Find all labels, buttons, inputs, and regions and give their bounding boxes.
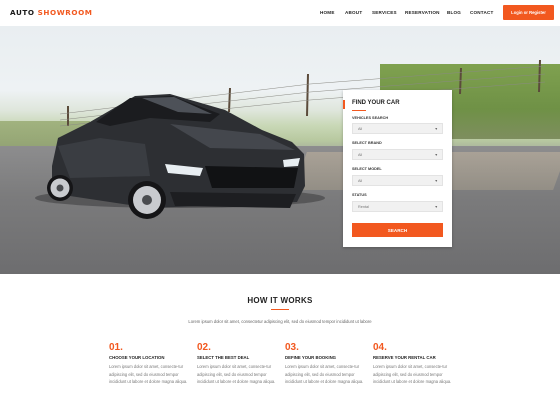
step-number-4: 04. <box>373 342 387 353</box>
nav-blog[interactable]: BLOG <box>447 10 461 15</box>
step-text-4: Lorem ipsum dolor sit amet, consecte-tur… <box>373 364 452 384</box>
how-it-works-title: HOW IT WORKS <box>247 296 313 305</box>
step-number-2: 02. <box>197 342 211 353</box>
select-brand-value: All <box>358 153 363 157</box>
chevron-down-icon: ▼ <box>434 127 438 131</box>
step-title-2: SELECT THE BEST DEAL <box>197 355 250 360</box>
nav-reservation[interactable]: RESERVATION <box>405 10 440 15</box>
title-underline <box>352 110 366 111</box>
card-accent-bar <box>343 100 345 109</box>
nav-services[interactable]: SERVICES <box>372 10 397 15</box>
status-label: STATUS <box>352 193 367 197</box>
select-brand-label: SELECT BRAND <box>352 141 382 145</box>
site-logo[interactable]: AUTO SHOWROOM <box>10 8 93 17</box>
vehicles-search-select[interactable]: All ▼ <box>352 123 443 134</box>
chevron-down-icon: ▼ <box>434 205 438 209</box>
select-model-value: All <box>358 179 363 183</box>
logo-text-auto: AUTO <box>10 8 35 17</box>
status-value: Rental <box>358 205 369 209</box>
vehicles-search-label: VEHICLES SEARCH <box>352 116 389 120</box>
login-register-button[interactable]: Login or Register <box>503 5 554 20</box>
chevron-down-icon: ▼ <box>434 153 438 157</box>
nav-home[interactable]: HOME <box>320 10 335 15</box>
vehicles-search-value: All <box>358 127 363 131</box>
chevron-down-icon: ▼ <box>434 179 438 183</box>
step-text-1: Lorem ipsum dolor sit amet, consecte-tur… <box>109 364 188 384</box>
step-title-4: RESERVE YOUR RENTAL CAR <box>373 355 436 360</box>
site-header: AUTO SHOWROOM HOME ABOUT SERVICES RESERVA… <box>0 0 560 26</box>
status-select[interactable]: Rental ▼ <box>352 201 443 212</box>
search-button[interactable]: SEARCH <box>352 223 443 237</box>
step-title-1: CHOOSE YOUR LOCATION <box>109 355 165 360</box>
step-text-2: Lorem ipsum dolor sit amet, consecte-tur… <box>197 364 276 384</box>
select-brand-select[interactable]: All ▼ <box>352 149 443 160</box>
logo-text-showroom: SHOWROOM <box>37 8 93 17</box>
select-model-label: SELECT MODEL <box>352 167 382 171</box>
step-title-3: DEFINE YOUR BOOKING <box>285 355 337 360</box>
select-model-select[interactable]: All ▼ <box>352 175 443 186</box>
how-it-works-underline <box>271 309 289 310</box>
how-it-works-subtitle: Lorem ipsum dolor sit amet, consectetur … <box>188 319 372 324</box>
find-car-card: FIND YOUR CAR VEHICLES SEARCH All ▼ SELE… <box>343 90 452 247</box>
nav-contact[interactable]: CONTACT <box>470 10 494 15</box>
nav-about[interactable]: ABOUT <box>345 10 362 15</box>
step-text-3: Lorem ipsum dolor sit amet, consecte-tur… <box>285 364 364 384</box>
hero-banner: FIND YOUR CAR VEHICLES SEARCH All ▼ SELE… <box>0 26 560 274</box>
step-number-1: 01. <box>109 342 123 353</box>
step-number-3: 03. <box>285 342 299 353</box>
find-car-title: FIND YOUR CAR <box>352 100 400 106</box>
mustang-car-image <box>35 94 325 219</box>
